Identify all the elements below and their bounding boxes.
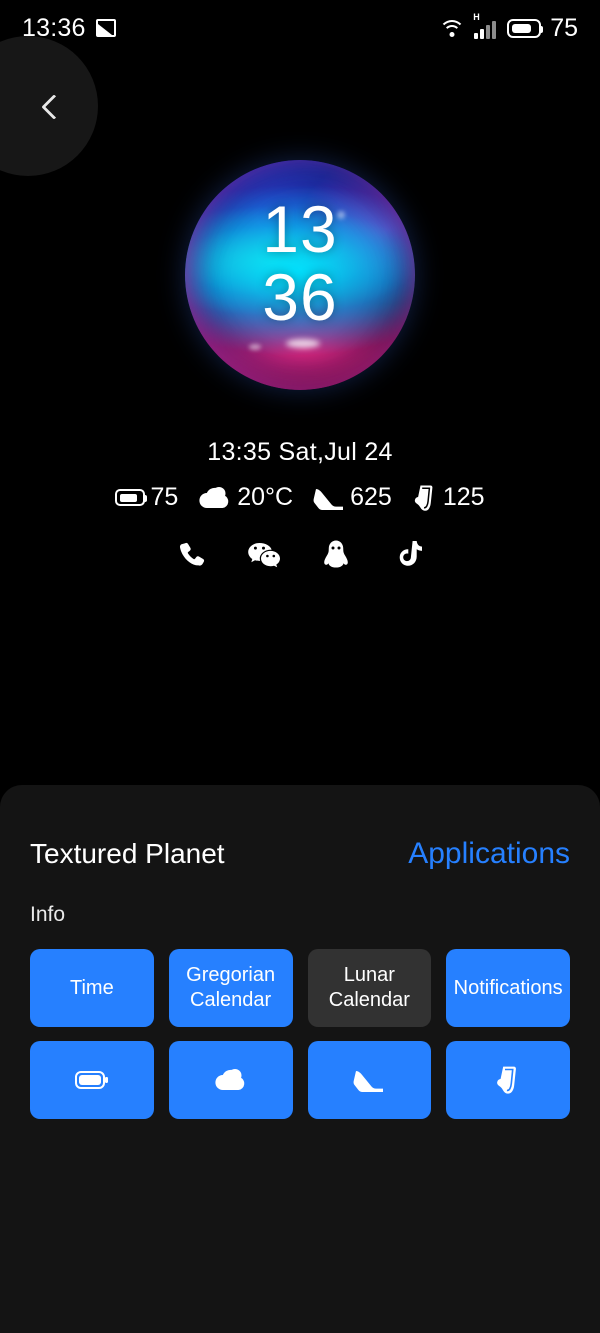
stat-weather-value: 20°C (237, 483, 294, 511)
watchface-hour: 13 (262, 192, 338, 266)
status-bar: 13:36 H 75 (0, 0, 600, 56)
phone-icon[interactable] (175, 538, 209, 572)
panel-header: Textured Planet Applications (0, 785, 600, 871)
watchface-shortcuts-row (175, 538, 425, 572)
page-title: Textured Planet (30, 838, 225, 869)
chip-weather[interactable] (168, 1041, 293, 1119)
footprint-distance-icon (412, 484, 438, 512)
chip-steps[interactable] (307, 1041, 432, 1119)
watchface-preview-area: 13 36 13:35 Sat,Jul 24 75 20°C 625 125 (0, 160, 600, 572)
info-section-label: Info (30, 903, 66, 926)
wechat-icon[interactable] (247, 538, 281, 572)
status-bar-right: H 75 (439, 13, 578, 43)
chevron-left-icon (41, 94, 67, 120)
battery-icon (507, 18, 544, 38)
picture-icon (95, 19, 116, 37)
info-chips-row-2 (0, 1027, 600, 1119)
wifi-icon (439, 18, 466, 38)
watchface-detail-screen: 13:36 H 75 13 36 13:35 Sat,Jul 24 75 20°… (0, 0, 600, 1333)
stat-weather: 20°C (198, 483, 293, 512)
stat-steps-value: 625 (350, 483, 392, 511)
chip-time[interactable]: Time (30, 949, 154, 1027)
battery-icon (74, 1069, 109, 1091)
info-chips-row-1: Time Gregorian Calendar Lunar Calendar N… (0, 927, 600, 1027)
chip-gregorian-calendar[interactable]: Gregorian Calendar (168, 949, 293, 1027)
qq-penguin-icon[interactable] (319, 538, 353, 572)
weather-cloud-icon (198, 485, 232, 511)
battery-icon (115, 489, 148, 506)
steps-shoe-icon (313, 485, 345, 511)
chip-lunar-calendar[interactable]: Lunar Calendar (307, 949, 432, 1027)
watchface-settings-panel: Textured Planet Applications Info Time G… (0, 785, 600, 1333)
watchface-minute: 36 (262, 260, 338, 334)
footprint-distance-icon (494, 1065, 522, 1095)
back-button[interactable] (0, 36, 98, 176)
chip-battery[interactable] (30, 1041, 154, 1119)
battery-level-label: 75 (550, 13, 578, 42)
stat-battery-value: 75 (150, 483, 179, 511)
watchface-datetime: 13:35 Sat,Jul 24 (207, 438, 393, 466)
stat-battery: 75 (115, 483, 178, 512)
stat-steps: 625 (313, 483, 392, 512)
weather-cloud-icon (214, 1067, 248, 1093)
signal-bars-icon: H (473, 13, 498, 39)
network-type-label: H (473, 12, 480, 22)
watchface-stats-row: 75 20°C 625 125 (115, 483, 485, 512)
tiktok-icon[interactable] (391, 538, 425, 572)
stat-distance-value: 125 (442, 483, 485, 511)
chip-distance[interactable] (446, 1041, 570, 1119)
textured-planet-preview[interactable]: 13 36 (185, 160, 415, 390)
stat-distance: 125 (412, 483, 485, 512)
applications-link[interactable]: Applications (408, 837, 570, 871)
steps-shoe-icon (352, 1067, 386, 1093)
chip-notifications[interactable]: Notifications (446, 949, 570, 1027)
